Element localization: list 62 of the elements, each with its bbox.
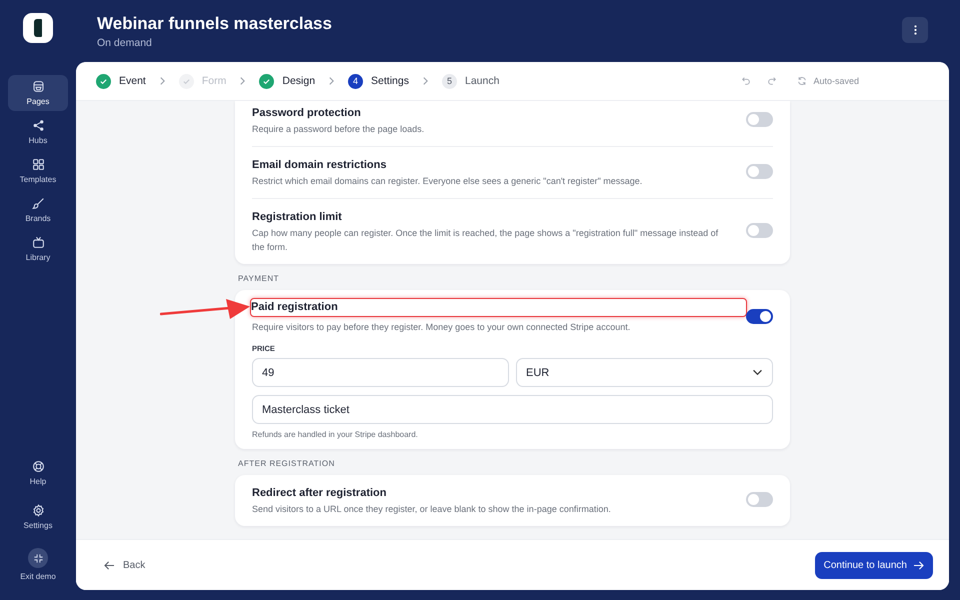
chevron-right-icon <box>328 76 336 86</box>
product-name-input[interactable]: Masterclass ticket <box>252 395 773 424</box>
setting-description: Require a password before the page loads. <box>252 123 426 136</box>
chevron-right-icon <box>239 76 246 86</box>
toggle-switch[interactable] <box>746 164 773 179</box>
sidebar-item[interactable]: Exit demo <box>8 543 68 586</box>
continue-button[interactable]: Continue to launch <box>814 552 933 578</box>
collapse-icon <box>28 548 48 568</box>
sidebar-item[interactable]: Templates <box>8 153 68 189</box>
toggle-switch[interactable] <box>746 308 773 324</box>
sidebar-item[interactable]: Settings <box>8 499 68 535</box>
check-icon <box>182 76 191 86</box>
sidebar-item[interactable]: Library <box>8 231 68 267</box>
tv-icon <box>32 236 44 249</box>
toggle-switch[interactable] <box>746 112 773 127</box>
price-input[interactable]: 49 <box>252 358 509 387</box>
wizard-step[interactable]: Design <box>259 74 316 88</box>
app-logo[interactable] <box>23 13 53 43</box>
more-icon <box>914 25 916 35</box>
section-heading: PAYMENT <box>237 273 280 285</box>
helper-text: Refunds are handled in your Stripe dashboard. <box>252 430 419 439</box>
sidebar-item[interactable]: Hubs <box>8 114 68 150</box>
page-icon <box>32 80 44 93</box>
setting-description: Restrict which email domains can register. Everyone else sees a generic "can't register" message. <box>252 175 644 188</box>
check-icon <box>262 76 272 86</box>
toggle-switch[interactable] <box>746 492 773 507</box>
setting-title: Password protection <box>252 107 361 119</box>
toggle-switch[interactable] <box>746 223 773 238</box>
back-button[interactable]: Back <box>100 556 150 574</box>
grid-icon <box>32 158 44 171</box>
setting-description: Send visitors to a URL once they register, or leave blank to show the in-page confirmation. <box>252 503 612 516</box>
setting-title: Paid registration <box>250 298 747 317</box>
chevron-right-icon <box>158 76 166 86</box>
chevron-down-icon <box>752 369 763 376</box>
wizard-step[interactable]: 4 Settings <box>348 74 409 88</box>
chevron-right-icon <box>422 76 429 86</box>
wizard-step[interactable]: Event <box>96 74 146 88</box>
setting-title: Email domain restrictions <box>252 159 386 171</box>
lifebuoy-icon <box>32 460 44 473</box>
setting-description: Cap how many people can register. Once the limit is reached, the page shows a "registration full" message instead of the form. <box>252 227 720 254</box>
undo-icon[interactable] <box>741 76 752 86</box>
arrow-left-icon <box>104 560 115 570</box>
sidebar-item[interactable]: Help <box>8 455 68 491</box>
brush-icon <box>32 197 44 210</box>
more-menu-button[interactable] <box>902 17 928 43</box>
setting-title: Redirect after registration <box>252 487 386 499</box>
check-icon <box>99 76 108 86</box>
setting-description: Require visitors to pay before they register. Money goes to your own connected Stripe account. <box>252 321 632 334</box>
sidebar-item[interactable]: Pages <box>8 75 68 111</box>
wizard-step[interactable]: 5 Launch <box>442 74 500 88</box>
sync-icon <box>797 76 808 86</box>
setting-title: Registration limit <box>252 211 342 223</box>
share-icon <box>32 119 44 132</box>
sidebar-item[interactable]: Brands <box>8 192 68 228</box>
page-title: Webinar funnels masterclass <box>97 14 332 34</box>
settings-icon <box>32 504 44 517</box>
redo-icon[interactable] <box>767 76 778 86</box>
page-subtitle: On demand <box>97 37 153 49</box>
section-heading: AFTER REGISTRATION <box>237 458 336 470</box>
arrow-right-icon <box>913 560 924 570</box>
save-status: Auto-saved <box>813 76 859 86</box>
currency-select[interactable]: EUR <box>516 358 773 387</box>
